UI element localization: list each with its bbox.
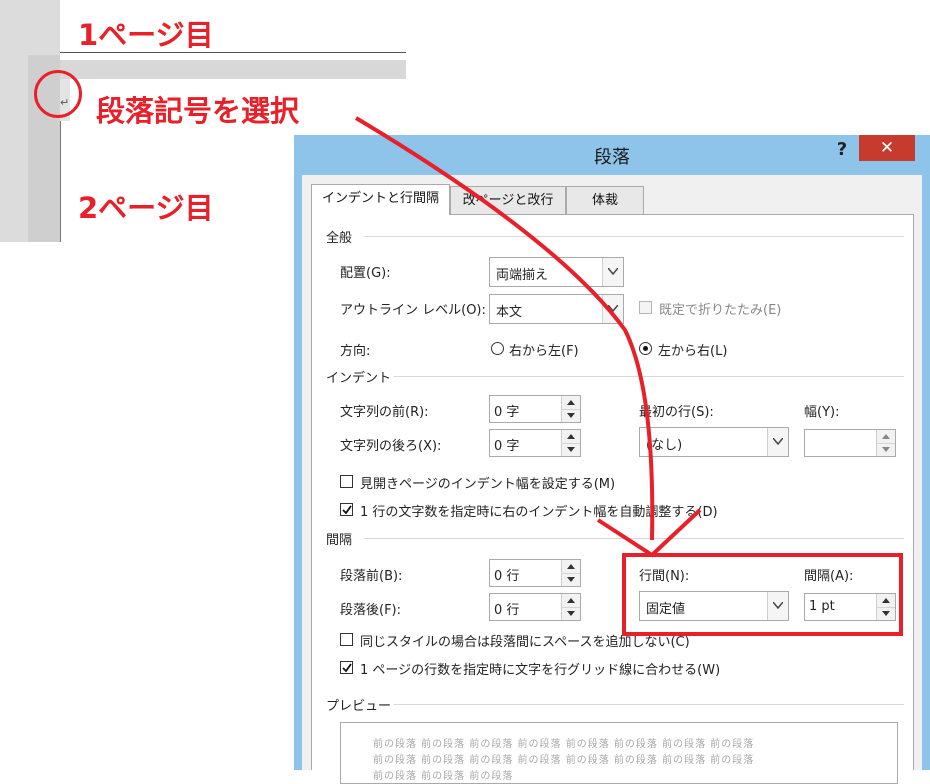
annotation-arrow bbox=[354, 116, 702, 558]
tab-indent-spacing[interactable]: インデントと行間隔 bbox=[311, 184, 450, 215]
